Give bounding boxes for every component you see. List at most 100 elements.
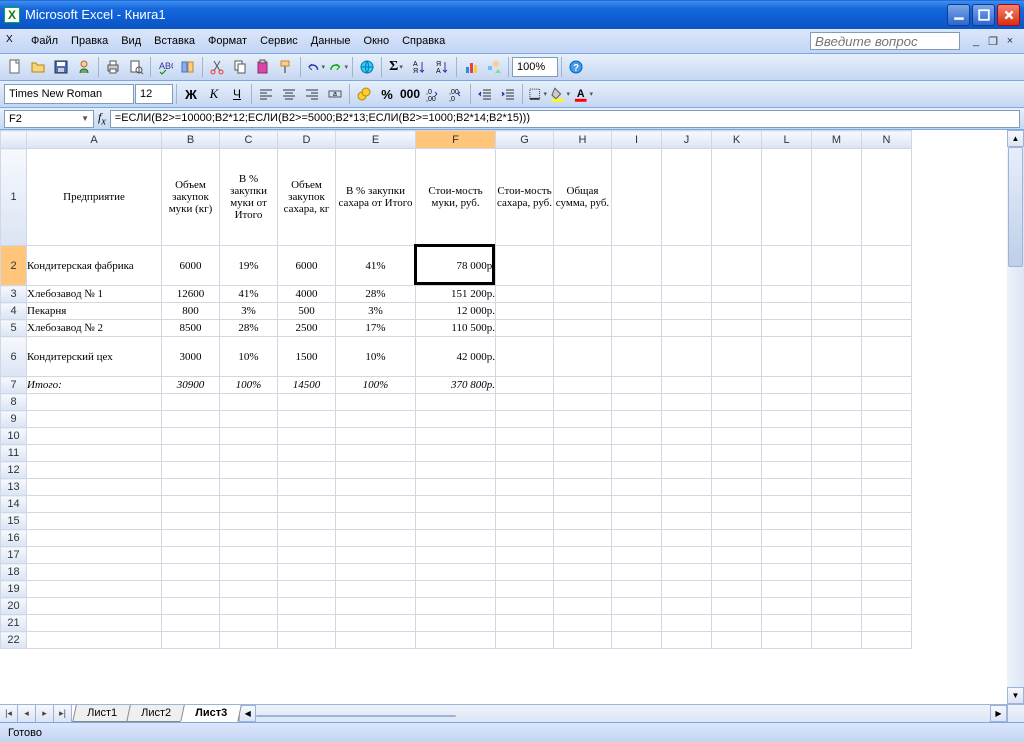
cell-L3[interactable] [762, 286, 812, 303]
cell-A3[interactable]: Хлебозавод № 1 [27, 286, 162, 303]
cell-K10[interactable] [712, 428, 762, 445]
cell-F11[interactable] [416, 445, 496, 462]
row-header-18[interactable]: 18 [1, 564, 27, 581]
cell-H19[interactable] [554, 581, 612, 598]
cell-G21[interactable] [496, 615, 554, 632]
cell-B6[interactable]: 3000 [162, 337, 220, 377]
cell-I12[interactable] [612, 462, 662, 479]
cell-F19[interactable] [416, 581, 496, 598]
cell-M21[interactable] [812, 615, 862, 632]
col-header-J[interactable]: J [662, 131, 712, 149]
cell-A12[interactable] [27, 462, 162, 479]
cell-C9[interactable] [220, 411, 278, 428]
cell-I17[interactable] [612, 547, 662, 564]
row-header-4[interactable]: 4 [1, 303, 27, 320]
cell-H7[interactable] [554, 377, 612, 394]
cell-A8[interactable] [27, 394, 162, 411]
sheet-tab-3[interactable]: Лист3 [180, 705, 242, 722]
cell-I6[interactable] [612, 337, 662, 377]
cell-B19[interactable] [162, 581, 220, 598]
cell-B5[interactable]: 8500 [162, 320, 220, 337]
row-header-20[interactable]: 20 [1, 598, 27, 615]
cell-E15[interactable] [336, 513, 416, 530]
cell-A15[interactable] [27, 513, 162, 530]
font-name-select[interactable] [4, 84, 134, 104]
cell-H2[interactable] [554, 246, 612, 286]
cell-J7[interactable] [662, 377, 712, 394]
cell-G11[interactable] [496, 445, 554, 462]
cell-I2[interactable] [612, 246, 662, 286]
cell-J17[interactable] [662, 547, 712, 564]
cell-I16[interactable] [612, 530, 662, 547]
cell-I21[interactable] [612, 615, 662, 632]
col-header-C[interactable]: C [220, 131, 278, 149]
cell-H11[interactable] [554, 445, 612, 462]
col-header-F[interactable]: F [416, 131, 496, 149]
cell-H9[interactable] [554, 411, 612, 428]
col-header-D[interactable]: D [278, 131, 336, 149]
row-header-15[interactable]: 15 [1, 513, 27, 530]
cell-C19[interactable] [220, 581, 278, 598]
cell-C2[interactable]: 19% [220, 246, 278, 286]
cell-E18[interactable] [336, 564, 416, 581]
sort-desc-icon[interactable]: ЯA [431, 56, 453, 78]
cell-M16[interactable] [812, 530, 862, 547]
cell-G15[interactable] [496, 513, 554, 530]
cell-I13[interactable] [612, 479, 662, 496]
cell-F10[interactable] [416, 428, 496, 445]
cell-M11[interactable] [812, 445, 862, 462]
cell-J15[interactable] [662, 513, 712, 530]
cell-E2[interactable]: 41% [336, 246, 416, 286]
merge-center-icon[interactable]: a [324, 83, 346, 105]
decrease-decimal-icon[interactable]: ,00,0 [445, 83, 467, 105]
cell-J10[interactable] [662, 428, 712, 445]
cell-A9[interactable] [27, 411, 162, 428]
cell-E3[interactable]: 28% [336, 286, 416, 303]
cell-F21[interactable] [416, 615, 496, 632]
cell-J18[interactable] [662, 564, 712, 581]
cell-E21[interactable] [336, 615, 416, 632]
cell-A16[interactable] [27, 530, 162, 547]
cell-G17[interactable] [496, 547, 554, 564]
row-header-13[interactable]: 13 [1, 479, 27, 496]
cell-B10[interactable] [162, 428, 220, 445]
cell-I10[interactable] [612, 428, 662, 445]
cell-H20[interactable] [554, 598, 612, 615]
row-header-5[interactable]: 5 [1, 320, 27, 337]
row-header-17[interactable]: 17 [1, 547, 27, 564]
cell-C14[interactable] [220, 496, 278, 513]
cell-B13[interactable] [162, 479, 220, 496]
cell-G18[interactable] [496, 564, 554, 581]
col-header-G[interactable]: G [496, 131, 554, 149]
cell-L4[interactable] [762, 303, 812, 320]
cell-F2[interactable]: 78 000р. [416, 246, 496, 286]
cell-A20[interactable] [27, 598, 162, 615]
menu-insert[interactable]: Вставка [148, 33, 201, 49]
sheet-tab-1[interactable]: Лист1 [72, 705, 132, 722]
row-header-22[interactable]: 22 [1, 632, 27, 649]
row-header-8[interactable]: 8 [1, 394, 27, 411]
cell-E22[interactable] [336, 632, 416, 649]
sheet-nav-last[interactable]: ▸| [54, 705, 72, 722]
paste-icon[interactable] [252, 56, 274, 78]
print-preview-icon[interactable] [125, 56, 147, 78]
cell-H14[interactable] [554, 496, 612, 513]
cell-J16[interactable] [662, 530, 712, 547]
cell-D11[interactable] [278, 445, 336, 462]
row-header-1[interactable]: 1 [1, 149, 27, 246]
menu-edit[interactable]: Правка [65, 33, 114, 49]
cell-K2[interactable] [712, 246, 762, 286]
cell-D6[interactable]: 1500 [278, 337, 336, 377]
comma-icon[interactable]: 000 [399, 83, 421, 105]
align-right-icon[interactable] [301, 83, 323, 105]
cell-K12[interactable] [712, 462, 762, 479]
cell-J3[interactable] [662, 286, 712, 303]
cell-D19[interactable] [278, 581, 336, 598]
cell-I22[interactable] [612, 632, 662, 649]
cell-J9[interactable] [662, 411, 712, 428]
cell-M22[interactable] [812, 632, 862, 649]
cell-L18[interactable] [762, 564, 812, 581]
cell-E6[interactable]: 10% [336, 337, 416, 377]
cell-E9[interactable] [336, 411, 416, 428]
cell-L6[interactable] [762, 337, 812, 377]
